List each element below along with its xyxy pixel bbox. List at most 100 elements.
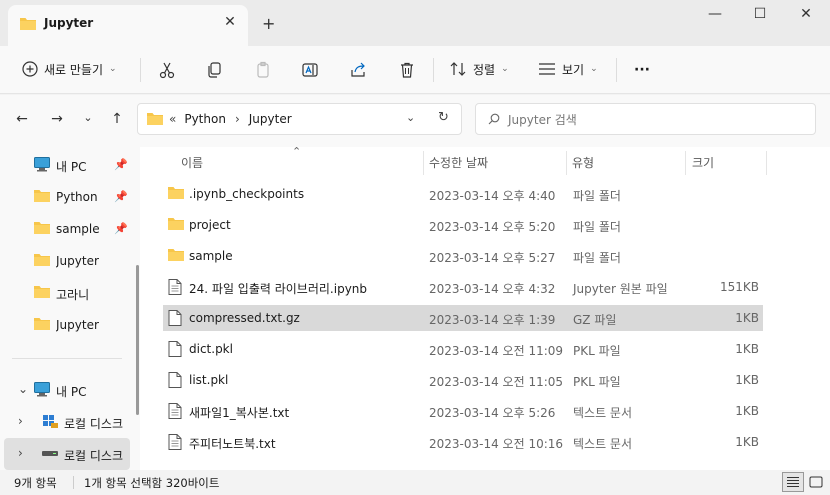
- chevron-down-icon: ⌄: [109, 64, 117, 74]
- toolbar-divider: [616, 58, 617, 82]
- file-name: 새파일1_복사본.txt: [189, 406, 290, 420]
- sidebar-item[interactable]: Jupyter: [0, 245, 130, 277]
- table-row[interactable]: 24. 파일 입출력 라이브러리.ipynb 2023-03-14 오후 4:32…: [163, 274, 763, 300]
- tree-item[interactable]: › 로컬 디스크: [0, 406, 130, 438]
- sidebar-item[interactable]: sample 📌: [0, 213, 130, 245]
- more-options-button[interactable]: ···: [628, 56, 656, 84]
- column-divider[interactable]: [685, 151, 686, 175]
- tab-close-button[interactable]: ✕: [220, 14, 240, 30]
- status-divider: [73, 476, 74, 489]
- windows-drive-icon: [43, 415, 58, 428]
- rename-icon: [302, 63, 318, 77]
- table-row[interactable]: sample 2023-03-14 오후 5:27 파일 폴더: [163, 243, 763, 269]
- search-box[interactable]: Jupyter 검색: [475, 103, 816, 135]
- table-row[interactable]: list.pkl 2023-03-14 오전 11:05 PKL 파일 1KB: [163, 367, 763, 393]
- file-type: 텍스트 문서: [573, 406, 633, 420]
- details-view-button[interactable]: [782, 472, 804, 492]
- file-type: GZ 파일: [573, 313, 617, 327]
- table-row[interactable]: 새파일1_복사본.txt 2023-03-14 오후 5:26 텍스트 문서 1KB: [163, 398, 763, 424]
- up-arrow-icon[interactable]: ↑: [107, 111, 127, 127]
- table-row[interactable]: 주피터노트북.txt 2023-03-14 오전 10:16 텍스트 문서 1KB: [163, 429, 763, 455]
- sidebar-item[interactable]: Jupyter: [0, 309, 130, 341]
- column-divider[interactable]: [566, 151, 567, 175]
- sidebar-item[interactable]: 고라니: [0, 277, 130, 309]
- close-window-button[interactable]: ✕: [791, 6, 821, 22]
- column-header-name[interactable]: 이름: [181, 147, 203, 177]
- folder-icon: [20, 18, 36, 30]
- minimize-button[interactable]: —: [700, 6, 730, 22]
- file-date: 2023-03-14 오후 5:20: [429, 220, 556, 234]
- file-size: 1KB: [735, 342, 759, 356]
- column-header-type[interactable]: 유형: [572, 147, 594, 177]
- window-tab[interactable]: Jupyter ✕: [8, 5, 248, 46]
- chevron-right-icon[interactable]: ›: [18, 446, 23, 460]
- breadcrumb-overflow[interactable]: «: [169, 112, 176, 126]
- address-row: ← → ⌄ ↑ « Python › Jupyter ⌄ ↻ Jupyter 검…: [0, 95, 830, 147]
- table-row[interactable]: .ipynb_checkpoints 2023-03-14 오후 4:40 파일 폴…: [163, 181, 763, 207]
- address-bar[interactable]: « Python › Jupyter ⌄ ↻: [137, 103, 462, 135]
- tree-item[interactable]: › 로컬 디스크: [4, 438, 130, 470]
- table-row[interactable]: dict.pkl 2023-03-14 오전 11:09 PKL 파일 1KB: [163, 336, 763, 362]
- refresh-icon[interactable]: ↻: [438, 110, 449, 125]
- view-button[interactable]: 보기 ⌄: [538, 54, 598, 84]
- recent-chevron-icon[interactable]: ⌄: [78, 111, 98, 124]
- file-size: 1KB: [735, 373, 759, 387]
- toolbar-divider: [433, 58, 434, 82]
- sort-label: 정렬: [473, 62, 496, 77]
- chevron-down-icon[interactable]: ⌄: [406, 111, 415, 124]
- pin-icon[interactable]: 📌: [114, 190, 128, 203]
- status-bar: 9개 항목 1개 항목 선택함 320바이트: [0, 470, 830, 495]
- chevron-down-icon[interactable]: ⌄: [18, 382, 28, 396]
- chevron-down-icon: ⌄: [501, 64, 509, 74]
- file-date: 2023-03-14 오후 5:27: [429, 251, 556, 265]
- column-header-size[interactable]: 크기: [692, 147, 714, 177]
- column-header-date[interactable]: 수정한 날짜: [429, 147, 488, 177]
- delete-button[interactable]: [393, 56, 421, 84]
- tree-item[interactable]: ⌄ 내 PC: [0, 374, 130, 406]
- chevron-right-icon[interactable]: ›: [18, 414, 23, 428]
- toolbar-divider: [140, 58, 141, 82]
- file-name: list.pkl: [189, 373, 229, 387]
- sidebar-scrollbar[interactable]: [136, 265, 139, 415]
- file-name: 24. 파일 입출력 라이브러리.ipynb: [189, 282, 368, 296]
- table-row[interactable]: compressed.txt.gz 2023-03-14 오후 1:39 GZ 파일…: [163, 305, 763, 331]
- forward-arrow-icon[interactable]: →: [47, 111, 67, 127]
- pc-icon: [34, 382, 50, 397]
- tiles-view-button[interactable]: [805, 472, 827, 492]
- search-placeholder: Jupyter 검색: [508, 112, 577, 127]
- plus-circle-icon: [22, 61, 38, 77]
- cut-button[interactable]: [153, 56, 181, 84]
- sidebar-item[interactable]: Python 📌: [0, 181, 130, 213]
- file-icon: [168, 372, 182, 388]
- file-list: 이름 ⌃ 수정한 날짜 유형 크기 .ipynb_checkpoints 2023…: [140, 145, 830, 470]
- paste-button[interactable]: [249, 56, 277, 84]
- sort-icon: [450, 62, 466, 76]
- title-bar: Jupyter ✕ + — ☐ ✕: [0, 0, 830, 46]
- column-divider[interactable]: [766, 151, 767, 175]
- breadcrumb-jupyter[interactable]: Jupyter: [249, 112, 292, 126]
- trash-icon: [401, 62, 413, 78]
- file-icon: [168, 310, 182, 326]
- pin-icon[interactable]: 📌: [114, 222, 128, 235]
- pin-icon[interactable]: 📌: [114, 158, 128, 171]
- new-button[interactable]: 새로 만들기 ⌄: [12, 54, 127, 84]
- share-button[interactable]: [344, 56, 372, 84]
- table-row[interactable]: project 2023-03-14 오후 5:20 파일 폴더: [163, 212, 763, 238]
- file-date: 2023-03-14 오전 10:16: [429, 437, 564, 451]
- rename-button[interactable]: [296, 56, 324, 84]
- breadcrumb-python[interactable]: Python: [184, 112, 226, 126]
- folder-icon: [34, 318, 50, 330]
- copy-button[interactable]: [200, 56, 228, 84]
- sidebar-item[interactable]: 내 PC 📌: [0, 149, 130, 181]
- sort-button[interactable]: 정렬 ⌄: [449, 54, 509, 84]
- file-size: 1KB: [735, 404, 759, 418]
- tree-item-label: 로컬 디스크: [64, 417, 124, 431]
- file-type: 텍스트 문서: [573, 437, 633, 451]
- drive-icon: [42, 451, 58, 456]
- file-name: dict.pkl: [189, 342, 233, 356]
- column-divider[interactable]: [423, 151, 424, 175]
- maximize-button[interactable]: ☐: [745, 6, 775, 22]
- back-arrow-icon[interactable]: ←: [12, 111, 32, 127]
- file-size: 151KB: [719, 280, 759, 294]
- new-tab-button[interactable]: +: [262, 14, 275, 33]
